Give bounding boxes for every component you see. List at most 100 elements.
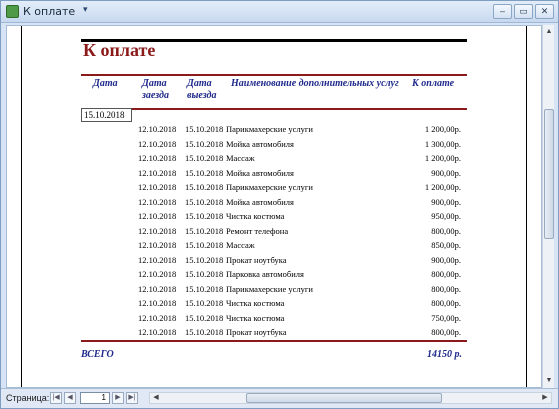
cell-service: Чистка костюма — [226, 298, 285, 308]
cell-amount: 800,00р. — [431, 269, 461, 279]
cell-amount: 850,00р. — [431, 240, 461, 250]
table-row: 12.10.2018 15.10.2018 Прокат ноутбука 800,0… — [7, 325, 541, 339]
table-row: 12.10.2018 15.10.2018 Прокат ноутбука 900,0… — [7, 253, 541, 267]
cell-checkin: 12.10.2018 — [138, 138, 177, 149]
cell-checkout: 15.10.2018 — [185, 298, 224, 308]
cell-amount: 900,00р. — [431, 196, 461, 207]
cell-amount: 1 200,00р. — [424, 124, 461, 134]
first-page-button[interactable]: |◀ — [50, 392, 62, 404]
close-button[interactable]: ✕ — [535, 4, 554, 19]
minimize-button[interactable]: – — [493, 4, 512, 19]
cell-checkout: 15.10.2018 — [185, 153, 224, 163]
cell-checkout: 15.10.2018 — [185, 254, 224, 265]
header-rule — [81, 108, 467, 110]
report-preview[interactable]: К оплате Дата Дата заезда Дата выезда На… — [6, 25, 542, 388]
cell-amount: 800,00р. — [431, 225, 461, 236]
report-icon — [6, 5, 19, 18]
cell-checkin: 12.10.2018 — [138, 298, 177, 308]
cell-checkin: 12.10.2018 — [138, 254, 177, 265]
total-value: 14150 р. — [427, 349, 462, 360]
cell-amount: 950,00р. — [431, 211, 461, 221]
cell-amount: 800,00р. — [431, 283, 461, 294]
table-row: 12.10.2018 15.10.2018 Парикмахерские услуг… — [7, 122, 541, 136]
cell-checkout: 15.10.2018 — [185, 240, 224, 250]
cell-checkin: 12.10.2018 — [138, 327, 177, 337]
table-row: 12.10.2018 15.10.2018 Мойка автомобиля 900,… — [7, 166, 541, 180]
scroll-right-icon[interactable]: ▶ — [539, 393, 551, 403]
cell-amount: 750,00р. — [431, 312, 461, 323]
scroll-thumb[interactable] — [246, 393, 442, 403]
vertical-scrollbar[interactable]: ▲ ▼ — [542, 25, 554, 388]
cell-checkin: 12.10.2018 — [138, 269, 177, 279]
table-row: 12.10.2018 15.10.2018 Массаж 1 200,00р. — [7, 151, 541, 165]
table-row: 12.10.2018 15.10.2018 Парикмахерские услуг… — [7, 282, 541, 296]
cell-checkin: 12.10.2018 — [138, 240, 177, 250]
cell-service: Чистка костюма — [226, 211, 285, 221]
cell-service: Мойка автомобиля — [226, 167, 294, 178]
cell-checkout: 15.10.2018 — [185, 167, 224, 178]
report-window: К оплате ▾ – ▭ ✕ К оплате Дата Дата заез… — [0, 0, 559, 409]
cell-checkout: 15.10.2018 — [185, 124, 224, 134]
cell-checkout: 15.10.2018 — [185, 211, 224, 221]
cell-service: Парикмахерские услуги — [226, 283, 313, 294]
cell-service: Массаж — [226, 153, 255, 163]
cell-checkin: 12.10.2018 — [138, 196, 177, 207]
table-row: 12.10.2018 15.10.2018 Мойка автомобиля 1 30… — [7, 137, 541, 151]
cell-checkin: 12.10.2018 — [138, 283, 177, 294]
cell-checkout: 15.10.2018 — [185, 269, 224, 279]
cell-amount: 900,00р. — [431, 254, 461, 265]
table-row: 12.10.2018 15.10.2018 Ремонт телефона 800,0… — [7, 224, 541, 238]
scroll-down-icon[interactable]: ▼ — [543, 374, 555, 388]
header-service: Наименование дополнительных услуг — [231, 78, 399, 89]
scroll-thumb[interactable] — [544, 109, 554, 239]
cell-service: Мойка автомобиля — [226, 196, 294, 207]
status-bar: Страница: |◀ ◀ 1 ▶ ▶| ◀ ▶ — [1, 388, 558, 408]
cell-service: Прокат ноутбука — [226, 254, 287, 265]
group-date[interactable]: 15.10.2018 — [81, 108, 132, 122]
table-row: 12.10.2018 15.10.2018 Мойка автомобиля 900,… — [7, 195, 541, 209]
cell-checkout: 15.10.2018 — [185, 312, 224, 323]
cell-amount: 900,00р. — [431, 167, 461, 178]
table-row: 12.10.2018 15.10.2018 Массаж 850,00р. — [7, 238, 541, 252]
page-number-input[interactable]: 1 — [80, 392, 110, 404]
cell-service: Парикмахерские услуги — [226, 124, 313, 134]
window-title: К оплате — [23, 5, 76, 18]
cell-service: Парикмахерские услуги — [226, 182, 313, 192]
cell-service: Прокат ноутбука — [226, 327, 287, 337]
cell-amount: 1 200,00р. — [424, 182, 461, 192]
cell-checkin: 12.10.2018 — [138, 153, 177, 163]
table-row: 12.10.2018 15.10.2018 Чистка костюма 950,00… — [7, 209, 541, 223]
header-date: Дата — [93, 78, 118, 89]
cell-checkin: 12.10.2018 — [138, 225, 177, 236]
cell-service: Мойка автомобиля — [226, 138, 294, 149]
tab-dropdown-icon[interactable]: ▾ — [83, 4, 88, 15]
cell-checkout: 15.10.2018 — [185, 225, 224, 236]
title-bar: К оплате ▾ – ▭ ✕ — [1, 1, 558, 23]
header-amount: К оплате — [412, 78, 455, 89]
next-page-button[interactable]: ▶ — [112, 392, 124, 404]
prev-page-button[interactable]: ◀ — [64, 392, 76, 404]
horizontal-scrollbar[interactable]: ◀ ▶ — [149, 392, 552, 404]
window-controls: – ▭ ✕ — [493, 4, 554, 19]
cell-amount: 800,00р. — [431, 327, 461, 337]
cell-service: Ремонт телефона — [226, 225, 289, 236]
maximize-button[interactable]: ▭ — [514, 4, 533, 19]
table-row: 12.10.2018 15.10.2018 Чистка костюма 750,00… — [7, 311, 541, 325]
cell-checkout: 15.10.2018 — [185, 327, 224, 337]
cell-service: Массаж — [226, 240, 255, 250]
cell-checkout: 15.10.2018 — [185, 283, 224, 294]
last-page-button[interactable]: ▶| — [126, 392, 138, 404]
scroll-up-icon[interactable]: ▲ — [543, 25, 555, 39]
report-title: К оплате — [83, 40, 156, 60]
table-row: 12.10.2018 15.10.2018 Парикмахерские услуг… — [7, 180, 541, 194]
cell-checkin: 12.10.2018 — [138, 124, 177, 134]
cell-amount: 1 200,00р. — [424, 153, 461, 163]
scroll-left-icon[interactable]: ◀ — [150, 393, 162, 403]
cell-checkin: 12.10.2018 — [138, 211, 177, 221]
cell-service: Парковка автомобиля — [226, 269, 304, 279]
cell-checkout: 15.10.2018 — [185, 182, 224, 192]
page-label: Страница: — [6, 393, 50, 403]
header-checkin: Дата заезда — [142, 78, 169, 101]
table-row: 12.10.2018 15.10.2018 Чистка костюма 800,00… — [7, 296, 541, 310]
table-row: 12.10.2018 15.10.2018 Парковка автомобиля 8… — [7, 267, 541, 281]
